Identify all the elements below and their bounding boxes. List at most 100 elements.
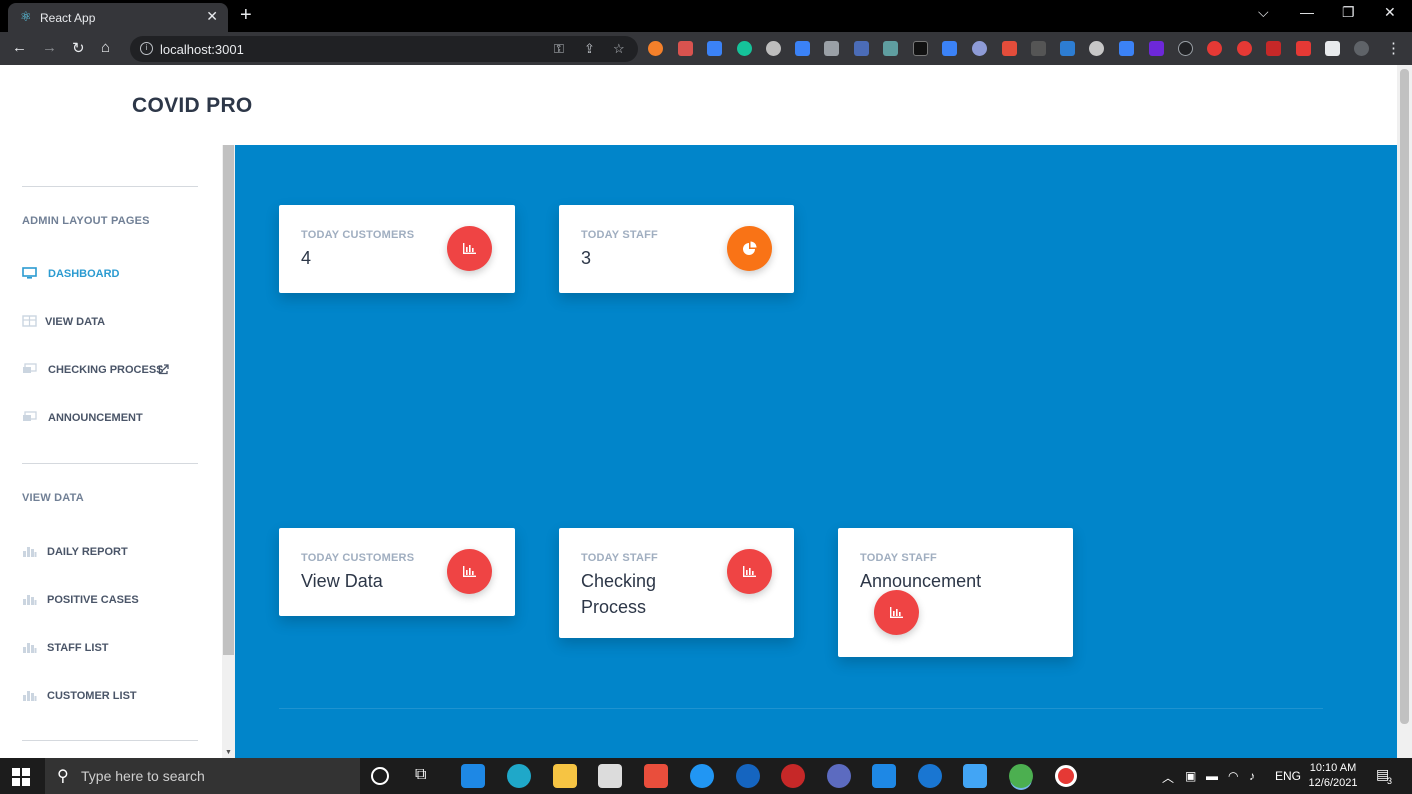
site-info-icon[interactable]: i (140, 42, 153, 55)
sidebar-item-daily-report[interactable]: DAILY REPORT (22, 542, 212, 562)
app-icon[interactable] (963, 764, 987, 788)
back-icon[interactable]: ← (12, 39, 27, 56)
forward-icon[interactable]: → (42, 39, 57, 56)
address-bar[interactable]: i localhost:3001 ⚿ ⇪ ☆ (130, 36, 638, 62)
bookmark-star-icon[interactable]: ☆ (613, 41, 625, 57)
page-scrollbar-thumb[interactable] (1400, 69, 1409, 724)
close-tab-icon[interactable]: ✕ (206, 8, 218, 25)
mail-icon[interactable] (461, 764, 485, 788)
edge-icon[interactable] (507, 764, 531, 788)
extension-icon[interactable] (1031, 41, 1046, 56)
app-icon[interactable] (827, 764, 851, 788)
close-window-button[interactable]: ✕ (1384, 4, 1396, 21)
extension-icon[interactable] (1002, 41, 1017, 56)
file-explorer-icon[interactable] (553, 764, 577, 788)
tray-app-icon[interactable]: ▣ (1185, 769, 1196, 783)
battery-icon[interactable]: ▬ (1206, 769, 1218, 783)
sidebar-divider (22, 463, 198, 464)
extension-icon[interactable] (913, 41, 928, 56)
sidebar-scrollbar-thumb[interactable] (223, 145, 234, 655)
taskbar-search-input[interactable]: ⚲ Type here to search (45, 758, 360, 794)
tab-search-icon[interactable]: ⌵ (1258, 4, 1269, 21)
brand-title[interactable]: COVID PRO (132, 94, 253, 118)
new-tab-button[interactable]: + (240, 4, 252, 27)
extension-icon[interactable] (942, 41, 957, 56)
app-icon[interactable] (736, 764, 760, 788)
extension-icon[interactable] (707, 41, 722, 56)
extension-icon[interactable] (678, 41, 693, 56)
browser-tab[interactable]: ⚛ React App ✕ (8, 3, 228, 32)
store-icon[interactable] (598, 764, 622, 788)
nav-card-announcement[interactable]: TODAY STAFF Announcement (838, 528, 1073, 657)
extension-icon[interactable] (972, 41, 987, 56)
sidebar-item-checking-process[interactable]: CHECKING PROCESS (22, 360, 212, 380)
sidebar-item-staff-list[interactable]: STAFF LIST (22, 638, 212, 658)
sidebar-item-positive-cases[interactable]: POSITIVE CASES (22, 590, 212, 610)
card-value: 4 (301, 248, 312, 268)
sidebar-item-label: CUSTOMER LIST (47, 690, 137, 702)
key-icon[interactable]: ⚿ (554, 41, 564, 57)
adblock-icon[interactable] (1237, 41, 1252, 56)
extension-icon[interactable] (1266, 41, 1281, 56)
minimize-button[interactable]: — (1300, 4, 1314, 20)
cortana-icon[interactable] (371, 767, 389, 785)
app-icon[interactable] (644, 764, 668, 788)
stat-card-today-staff[interactable]: TODAY STAFF 3 (559, 205, 794, 293)
content-divider (279, 708, 1323, 709)
extension-icon[interactable] (883, 41, 898, 56)
wifi-icon[interactable]: ◠ (1228, 769, 1238, 783)
scroll-down-arrow-icon[interactable]: ▼ (225, 749, 232, 756)
bar-chart-icon (874, 590, 919, 635)
extension-icon[interactable] (1149, 41, 1164, 56)
extension-icon[interactable] (1060, 41, 1075, 56)
app-header: COVID PRO (0, 65, 1397, 145)
sidebar-item-customer-list[interactable]: CUSTOMER LIST (22, 686, 212, 706)
extension-icon[interactable] (766, 41, 781, 56)
sidebar-item-label: DAILY REPORT (47, 546, 128, 558)
puzzle-extensions-icon[interactable] (1325, 41, 1340, 56)
chrome-icon[interactable] (1009, 764, 1033, 788)
reload-icon[interactable]: ↻ (72, 39, 85, 57)
windows-start-icon[interactable] (12, 768, 30, 786)
bluetooth-icon[interactable] (918, 764, 942, 788)
system-clock[interactable]: 10:10 AM 12/6/2021 (1298, 761, 1368, 791)
card-title: Checking Process (581, 571, 657, 617)
sidebar-heading-view-data: VIEW DATA (22, 492, 84, 504)
extension-icon[interactable] (1296, 41, 1311, 56)
app-icon[interactable] (690, 764, 714, 788)
nav-card-view-data[interactable]: TODAY CUSTOMERS View Data (279, 528, 515, 616)
maximize-button[interactable]: ❐ (1342, 4, 1355, 21)
app-icon[interactable] (781, 764, 805, 788)
extension-icon[interactable] (854, 41, 869, 56)
record-icon[interactable] (1055, 765, 1077, 787)
bar-chart-icon (727, 549, 772, 594)
extension-icon[interactable] (737, 41, 752, 56)
stat-card-today-customers[interactable]: TODAY CUSTOMERS 4 (279, 205, 515, 293)
sidebar-item-announcement[interactable]: ANNOUNCEMENT (22, 408, 212, 428)
tray-chevron-icon[interactable]: ︿ (1162, 769, 1174, 786)
home-icon[interactable]: ⌂ (101, 39, 110, 56)
extension-icon[interactable] (1178, 41, 1193, 56)
sidebar-heading-admin: ADMIN LAYOUT PAGES (22, 215, 150, 227)
sidebar-item-dashboard[interactable]: DASHBOARD (22, 264, 212, 284)
sidebar-item-view-data[interactable]: VIEW DATA (22, 312, 212, 332)
share-icon[interactable]: ⇪ (584, 41, 595, 57)
tab-title: React App (40, 11, 96, 25)
extension-icon[interactable] (1089, 41, 1104, 56)
nav-card-checking-process[interactable]: TODAY STAFF Checking Process (559, 528, 794, 638)
profile-avatar[interactable] (1354, 41, 1369, 56)
menu-dots-icon[interactable]: ⋮ (1386, 39, 1401, 57)
volume-icon[interactable]: ♪ (1249, 769, 1255, 783)
card-label: TODAY STAFF (581, 229, 658, 241)
extension-icon[interactable] (1119, 41, 1134, 56)
extension-icon[interactable] (824, 41, 839, 56)
task-view-icon[interactable]: ⧉ (415, 766, 439, 790)
search-icon: ⚲ (57, 768, 69, 785)
app-icon[interactable] (872, 764, 896, 788)
extension-icon[interactable] (648, 41, 663, 56)
extension-icon[interactable] (1207, 41, 1222, 56)
extension-icon[interactable] (795, 41, 810, 56)
browser-tab-strip: ⚛ React App ✕ + ⌵ — ❐ ✕ (0, 0, 1412, 32)
page-scrollbar[interactable] (1397, 65, 1412, 758)
sidebar-scrollbar[interactable]: ▼ (222, 145, 235, 758)
